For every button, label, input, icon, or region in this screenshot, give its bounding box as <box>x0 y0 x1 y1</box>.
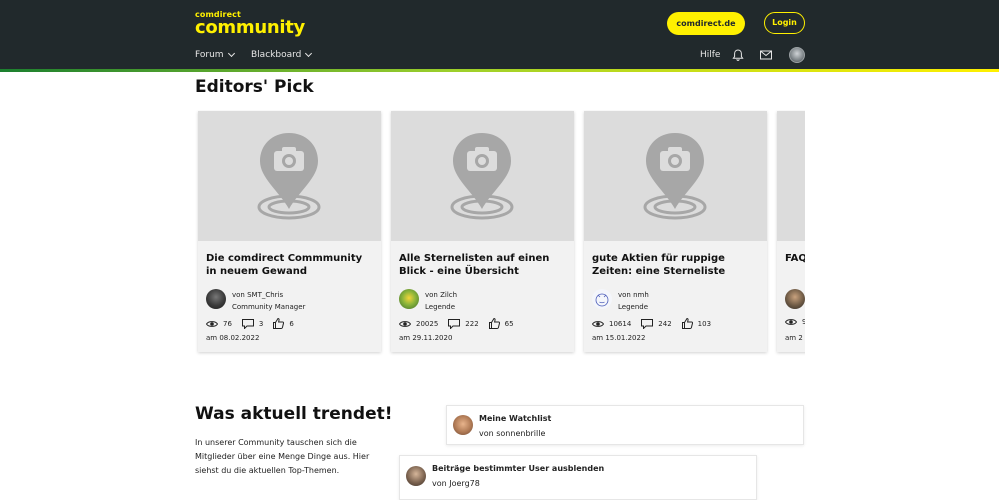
card-author: von SMT_Chris Community Manager <box>232 289 305 313</box>
likes-count: 103 <box>697 319 712 328</box>
card-image-placeholder <box>391 111 574 241</box>
login-button[interactable]: Login <box>764 12 805 34</box>
article-card[interactable]: Die comdirect Commmunity in neuem Gewand… <box>198 111 381 352</box>
nav-blackboard-label: Blackboard <box>251 50 302 60</box>
views-count: 20025 <box>416 319 439 328</box>
help-link[interactable]: Hilfe <box>700 50 720 60</box>
card-title[interactable]: Die comdirect Commmunity in neuem Gewand <box>206 252 374 278</box>
topic-title[interactable]: Beiträge bestimmter User ausblenden <box>432 464 604 473</box>
nav-blackboard[interactable]: Blackboard <box>251 49 313 60</box>
topic-author[interactable]: von Joerg78 <box>432 479 480 488</box>
nav-forum-label: Forum <box>195 50 224 60</box>
nav-forum[interactable]: Forum <box>195 49 235 60</box>
comment-icon <box>241 318 254 329</box>
card-stats: 76 3 6 <box>206 318 304 329</box>
bell-icon[interactable] <box>731 48 745 62</box>
user-avatar[interactable] <box>789 47 805 63</box>
card-date: am 29.11.2020 <box>399 334 453 342</box>
card-author: von nmh Legende <box>618 289 649 313</box>
author-avatar[interactable] <box>785 289 805 309</box>
thumbs-up-icon[interactable] <box>488 318 500 329</box>
card-stats: 9 <box>785 318 805 326</box>
eye-icon <box>785 319 797 325</box>
trending-title: Was aktuell trendet! <box>195 404 393 424</box>
camera-pin-placeholder-icon <box>257 133 321 220</box>
logo-big-text: community <box>195 17 305 38</box>
eye-icon <box>592 320 604 327</box>
editors-pick-carousel: Die comdirect Commmunity in neuem Gewand… <box>195 110 805 358</box>
author-role: Legende <box>618 303 649 311</box>
likes-count: 6 <box>289 319 294 328</box>
likes-count: 65 <box>504 319 514 328</box>
mail-icon[interactable] <box>759 48 773 62</box>
comments-count: 222 <box>465 319 479 328</box>
article-card[interactable]: FAQ 9 am 2 <box>777 111 805 352</box>
eye-icon <box>399 320 411 327</box>
camera-pin-placeholder-icon <box>450 133 514 220</box>
author-avatar[interactable] <box>206 289 226 309</box>
views-count: 76 <box>223 319 232 328</box>
card-title[interactable]: FAQ <box>785 252 805 265</box>
card-stats: 10614 242 103 <box>592 318 721 329</box>
article-card[interactable]: gute Aktien für ruppige Zeiten: eine Ste… <box>584 111 767 352</box>
author-avatar[interactable] <box>399 289 419 309</box>
trending-topic-card[interactable]: Beiträge bestimmter User ausblenden von … <box>399 455 757 500</box>
card-image-placeholder <box>584 111 767 241</box>
card-date: am 2 <box>785 334 803 342</box>
author-avatar[interactable] <box>453 415 473 435</box>
editors-pick-title: Editors' Pick <box>195 77 314 97</box>
chevron-down-icon <box>227 49 235 58</box>
views-count: 9 <box>802 318 805 326</box>
chevron-down-icon <box>305 49 313 58</box>
thumbs-up-icon[interactable] <box>681 318 693 329</box>
author-role: Community Manager <box>232 303 306 311</box>
card-stats: 20025 222 65 <box>399 318 524 329</box>
topic-author[interactable]: von sonnenbrille <box>479 429 545 438</box>
eye-icon <box>206 320 218 327</box>
comments-count: 3 <box>258 319 264 328</box>
comdirect-link-button[interactable]: comdirect.de <box>667 12 745 35</box>
card-image-placeholder <box>198 111 381 241</box>
comment-icon <box>641 318 654 329</box>
card-author: von Zilch Legende <box>425 289 457 313</box>
card-image-placeholder <box>777 111 805 241</box>
author-avatar[interactable] <box>592 289 612 309</box>
topic-title[interactable]: Meine Watchlist <box>479 414 551 423</box>
card-title[interactable]: gute Aktien für ruppige Zeiten: eine Ste… <box>592 252 760 278</box>
thumbs-up-icon[interactable] <box>273 318 285 329</box>
site-header: comdirect community comdirect.de Login F… <box>0 0 999 71</box>
author-name[interactable]: von nmh <box>618 289 649 301</box>
author-avatar[interactable] <box>406 466 426 486</box>
community-logo[interactable]: comdirect community <box>195 10 305 37</box>
author-name[interactable]: von SMT_Chris <box>232 289 305 301</box>
article-card[interactable]: Alle Sternelisten auf einen Blick - eine… <box>391 111 574 352</box>
camera-pin-placeholder-icon <box>643 133 707 220</box>
comment-icon <box>448 318 461 329</box>
header-accent-line <box>0 69 999 72</box>
card-date: am 08.02.2022 <box>206 334 260 342</box>
card-title[interactable]: Alle Sternelisten auf einen Blick - eine… <box>399 252 567 278</box>
trending-topic-card[interactable]: Meine Watchlist von sonnenbrille <box>446 405 804 445</box>
author-role: Legende <box>425 303 456 311</box>
views-count: 10614 <box>609 319 632 328</box>
author-name[interactable]: von Zilch <box>425 289 457 301</box>
comments-count: 242 <box>658 319 672 328</box>
card-date: am 15.01.2022 <box>592 334 646 342</box>
trending-description: In unserer Community tauschen sich die M… <box>195 438 370 475</box>
